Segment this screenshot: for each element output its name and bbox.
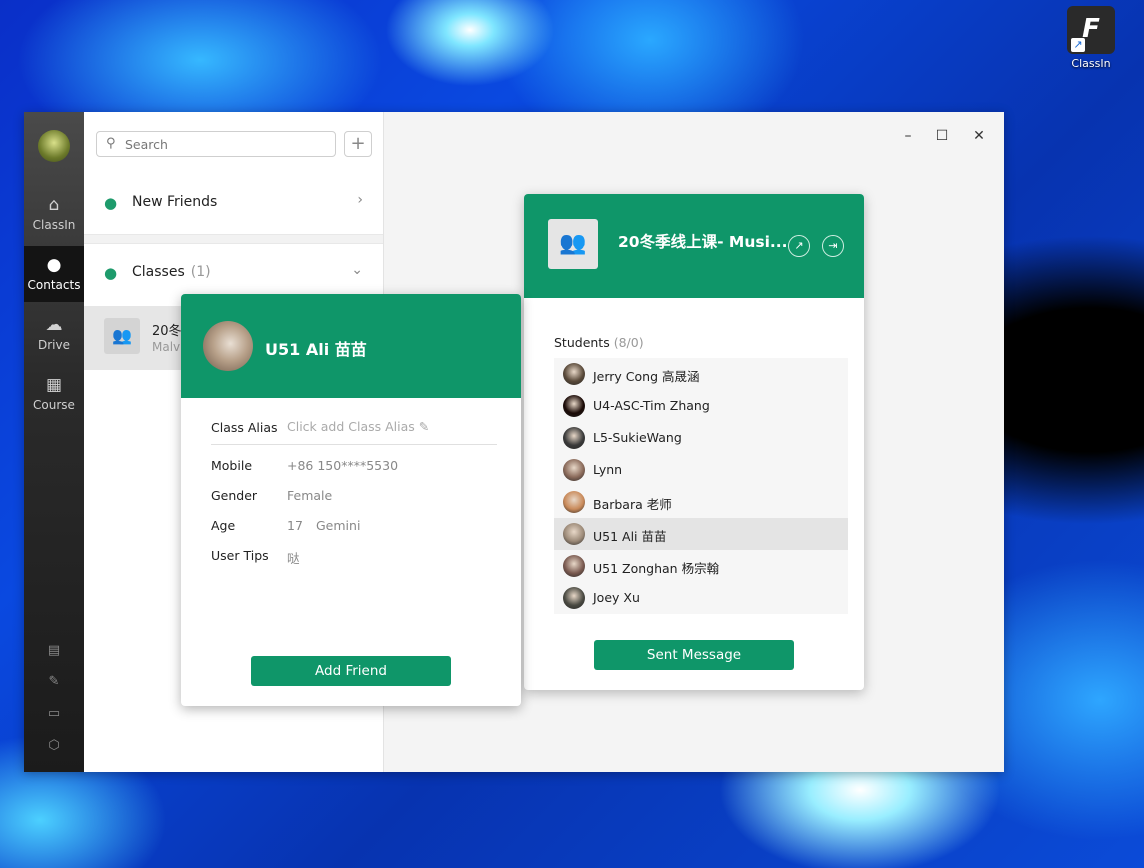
- gender-value: Female: [287, 488, 333, 503]
- sidebar-item-course[interactable]: ▦ Course: [24, 366, 84, 422]
- sidebar-item-label: ClassIn: [32, 218, 76, 232]
- user-tips-label: User Tips: [211, 548, 269, 563]
- student-name: U51 Zonghan 杨宗翰: [593, 561, 720, 576]
- close-button[interactable]: ✕: [969, 126, 989, 146]
- shortcut-arrow-icon: ↗: [1071, 38, 1085, 52]
- age-label: Age: [211, 518, 236, 533]
- user-tips-value: 哒: [287, 551, 300, 566]
- classin-app-icon: F ↗: [1067, 6, 1115, 54]
- classes-count: (1): [190, 264, 211, 280]
- student-name: Jerry Cong 高晟涵: [593, 369, 700, 384]
- student-name: U4-ASC-Tim Zhang: [593, 398, 710, 413]
- field-divider: [211, 444, 497, 445]
- class-avatar-icon: 👥: [104, 318, 140, 354]
- group-icon: ●: [104, 264, 118, 282]
- pencil-icon: ✎: [418, 419, 430, 434]
- classin-desktop-shortcut[interactable]: F ↗ ClassIn: [1062, 6, 1120, 70]
- exit-icon[interactable]: ⇥: [822, 235, 844, 257]
- my-avatar[interactable]: [38, 130, 70, 162]
- person-icon: ●: [46, 255, 62, 275]
- student-list-item[interactable]: U4-ASC-Tim Zhang: [554, 390, 848, 422]
- student-avatar: [563, 459, 585, 481]
- classes-title: Classes: [132, 264, 185, 280]
- student-list-item[interactable]: Barbara 老师: [554, 486, 848, 518]
- student-list-item[interactable]: L5-SukieWang: [554, 422, 848, 454]
- add-contact-button[interactable]: +: [344, 131, 372, 157]
- student-list-item[interactable]: Jerry Cong 高晟涵: [554, 358, 848, 390]
- student-name: Lynn: [593, 462, 623, 477]
- home-icon: ⌂: [48, 195, 60, 215]
- student-avatar: [563, 555, 585, 577]
- mobile-label: Mobile: [211, 458, 253, 473]
- student-name: Barbara 老师: [593, 497, 672, 512]
- student-list-item[interactable]: Joey Xu: [554, 582, 848, 614]
- user-profile-card: U51 Ali 苗苗 Class Alias Click add Class A…: [181, 294, 521, 706]
- add-friend-button[interactable]: Add Friend: [251, 656, 451, 686]
- profile-header: U51 Ali 苗苗: [181, 294, 521, 398]
- sidebar-item-classin[interactable]: ⌂ ClassIn: [24, 186, 84, 242]
- sidebar-item-label: Contacts: [27, 278, 81, 292]
- class-alias-field[interactable]: Click add Class Alias ✎: [287, 419, 429, 434]
- student-name: Joey Xu: [593, 590, 640, 605]
- student-list-item[interactable]: Lynn: [554, 454, 848, 486]
- class-alias-placeholder: Click add Class Alias: [287, 419, 415, 434]
- cloud-icon: ☁: [45, 315, 63, 335]
- students-list: Jerry Cong 高晟涵 U4-ASC-Tim Zhang L5-SukieWa…: [554, 358, 848, 614]
- user-name: U51 Ali 苗苗: [265, 340, 367, 359]
- student-name: L5-SukieWang: [593, 430, 682, 445]
- search-input[interactable]: ⚲ Search: [96, 131, 336, 157]
- student-list-item[interactable]: U51 Ali 苗苗: [554, 518, 848, 550]
- search-icon: ⚲: [106, 136, 116, 151]
- students-count: (8/0): [613, 335, 644, 350]
- shortcut-label: ClassIn: [1071, 57, 1111, 70]
- main-sidebar: ⌂ ClassIn ● Contacts ☁ Drive ▦ Course ▤ …: [24, 112, 84, 772]
- sidebar-item-drive[interactable]: ☁ Drive: [24, 306, 84, 362]
- new-friends-row[interactable]: ● New Friends ›: [84, 172, 383, 234]
- student-avatar: [563, 523, 585, 545]
- students-heading: Students (8/0): [554, 335, 644, 350]
- chevron-right-icon: ›: [357, 192, 363, 208]
- calendar-icon: ▦: [45, 375, 63, 395]
- class-avatar-icon: 👥: [548, 219, 598, 269]
- student-avatar: [563, 491, 585, 513]
- student-avatar: [563, 587, 585, 609]
- chart-icon[interactable]: ▭: [46, 706, 62, 722]
- new-friends-label: New Friends: [132, 194, 218, 210]
- class-name: 20冬季线上课- Musi...: [618, 233, 788, 251]
- add-person-icon: ●: [104, 194, 118, 212]
- minimize-button[interactable]: –: [898, 126, 918, 146]
- chevron-down-icon: ⌄: [351, 262, 363, 278]
- class-card-header: 👥 20冬季线上课- Musi... ↗ ⇥: [524, 194, 864, 298]
- gender-label: Gender: [211, 488, 258, 503]
- classes-label: Classes (1): [132, 264, 211, 280]
- class-alias-label: Class Alias: [211, 420, 278, 435]
- user-avatar: [203, 321, 253, 371]
- zodiac-value: Gemini: [316, 518, 361, 533]
- sidebar-item-contacts[interactable]: ● Contacts: [24, 246, 84, 302]
- sidebar-item-label: Course: [33, 398, 75, 412]
- class-item-title: 20冬: [152, 324, 182, 339]
- send-message-button[interactable]: Sent Message: [594, 640, 794, 670]
- students-label: Students: [554, 335, 610, 350]
- maximize-button[interactable]: ☐: [932, 126, 952, 146]
- share-icon[interactable]: ↗: [788, 235, 810, 257]
- settings-icon[interactable]: ⬡: [46, 738, 62, 754]
- age-value: 17: [287, 518, 303, 533]
- mobile-value: +86 150****5530: [287, 458, 399, 473]
- student-list-item[interactable]: U51 Zonghan 杨宗翰: [554, 550, 848, 582]
- class-info-card: 👥 20冬季线上课- Musi... ↗ ⇥ Students (8/0) Je…: [524, 194, 864, 690]
- class-item-subtitle: Malv: [152, 340, 181, 354]
- edit-icon[interactable]: ✎: [46, 674, 62, 690]
- student-avatar: [563, 363, 585, 385]
- sidebar-item-label: Drive: [38, 338, 70, 352]
- student-avatar: [563, 395, 585, 417]
- search-placeholder: Search: [125, 137, 168, 152]
- student-avatar: [563, 427, 585, 449]
- file-icon[interactable]: ▤: [46, 643, 62, 659]
- student-name: U51 Ali 苗苗: [593, 529, 667, 544]
